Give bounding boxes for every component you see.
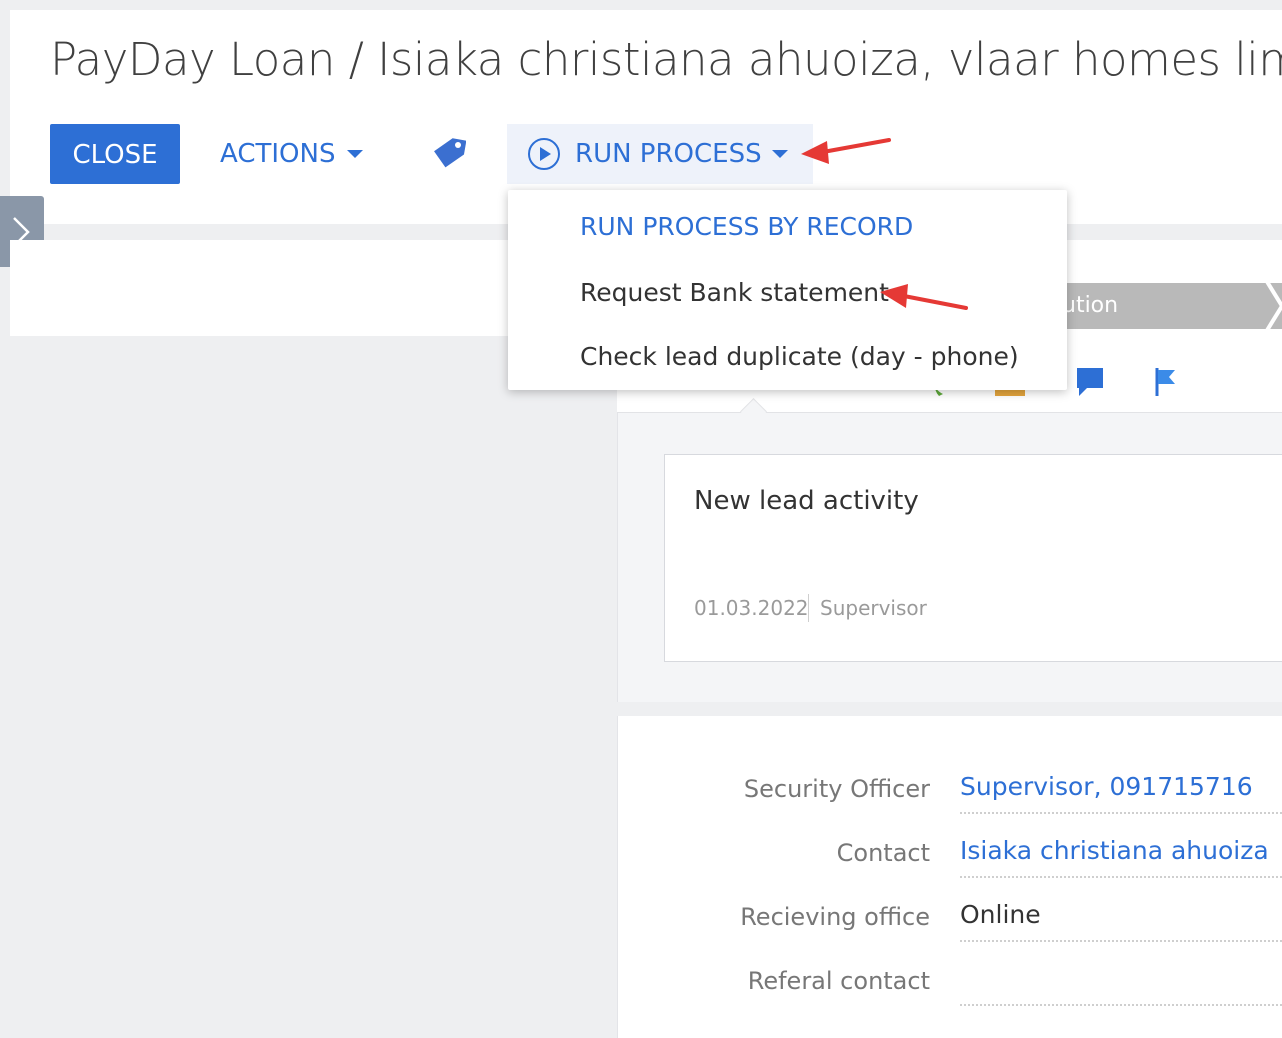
run-process-label: RUN PROCESS bbox=[575, 139, 762, 169]
actions-button[interactable]: ACTIONS bbox=[220, 124, 364, 184]
field-underline bbox=[960, 812, 1282, 814]
activity-title: New lead activity bbox=[694, 486, 919, 516]
field-underline bbox=[960, 1004, 1282, 1006]
menu-item-request-bank-statement[interactable]: Request Bank statement bbox=[580, 278, 889, 307]
field-label-security-officer: Security Officer bbox=[743, 775, 930, 803]
security-officer-link[interactable]: Supervisor, 091715716 bbox=[960, 772, 1253, 801]
field-label-receiving-office: Recieving office bbox=[740, 903, 930, 931]
activity-date: 01.03.2022 bbox=[694, 596, 809, 620]
actions-label: ACTIONS bbox=[220, 139, 336, 169]
chat-icon[interactable] bbox=[1075, 366, 1105, 398]
field-underline bbox=[960, 876, 1282, 878]
run-process-button[interactable]: RUN PROCESS bbox=[507, 124, 813, 184]
field-underline bbox=[960, 940, 1282, 942]
page-title: PayDay Loan / Isiaka christiana ahuoiza,… bbox=[50, 33, 1282, 86]
menu-item-check-lead-duplicate[interactable]: Check lead duplicate (day - phone) bbox=[580, 342, 1019, 371]
close-button[interactable]: CLOSE bbox=[50, 124, 180, 184]
flag-icon[interactable] bbox=[1153, 366, 1179, 398]
field-label-contact: Contact bbox=[836, 839, 930, 867]
contact-link[interactable]: Isiaka christiana ahuoiza bbox=[960, 836, 1269, 865]
annotation-arrow bbox=[880, 284, 968, 310]
run-process-by-record-item[interactable]: RUN PROCESS BY RECORD bbox=[580, 212, 913, 241]
divider bbox=[808, 594, 809, 622]
chevron-down-icon bbox=[771, 150, 788, 158]
stage-label: ution bbox=[1062, 293, 1119, 318]
receiving-office-field[interactable]: Online bbox=[960, 900, 1041, 929]
field-label-referal-contact: Referal contact bbox=[747, 967, 930, 995]
play-circle-icon bbox=[528, 138, 560, 170]
stage-separator bbox=[1264, 280, 1282, 332]
tag-icon[interactable] bbox=[434, 136, 467, 170]
annotation-arrow bbox=[801, 138, 891, 164]
activity-owner: Supervisor bbox=[820, 596, 927, 620]
chevron-down-icon bbox=[347, 150, 364, 158]
run-process-menu: RUN PROCESS BY RECORD Request Bank state… bbox=[508, 190, 1067, 390]
